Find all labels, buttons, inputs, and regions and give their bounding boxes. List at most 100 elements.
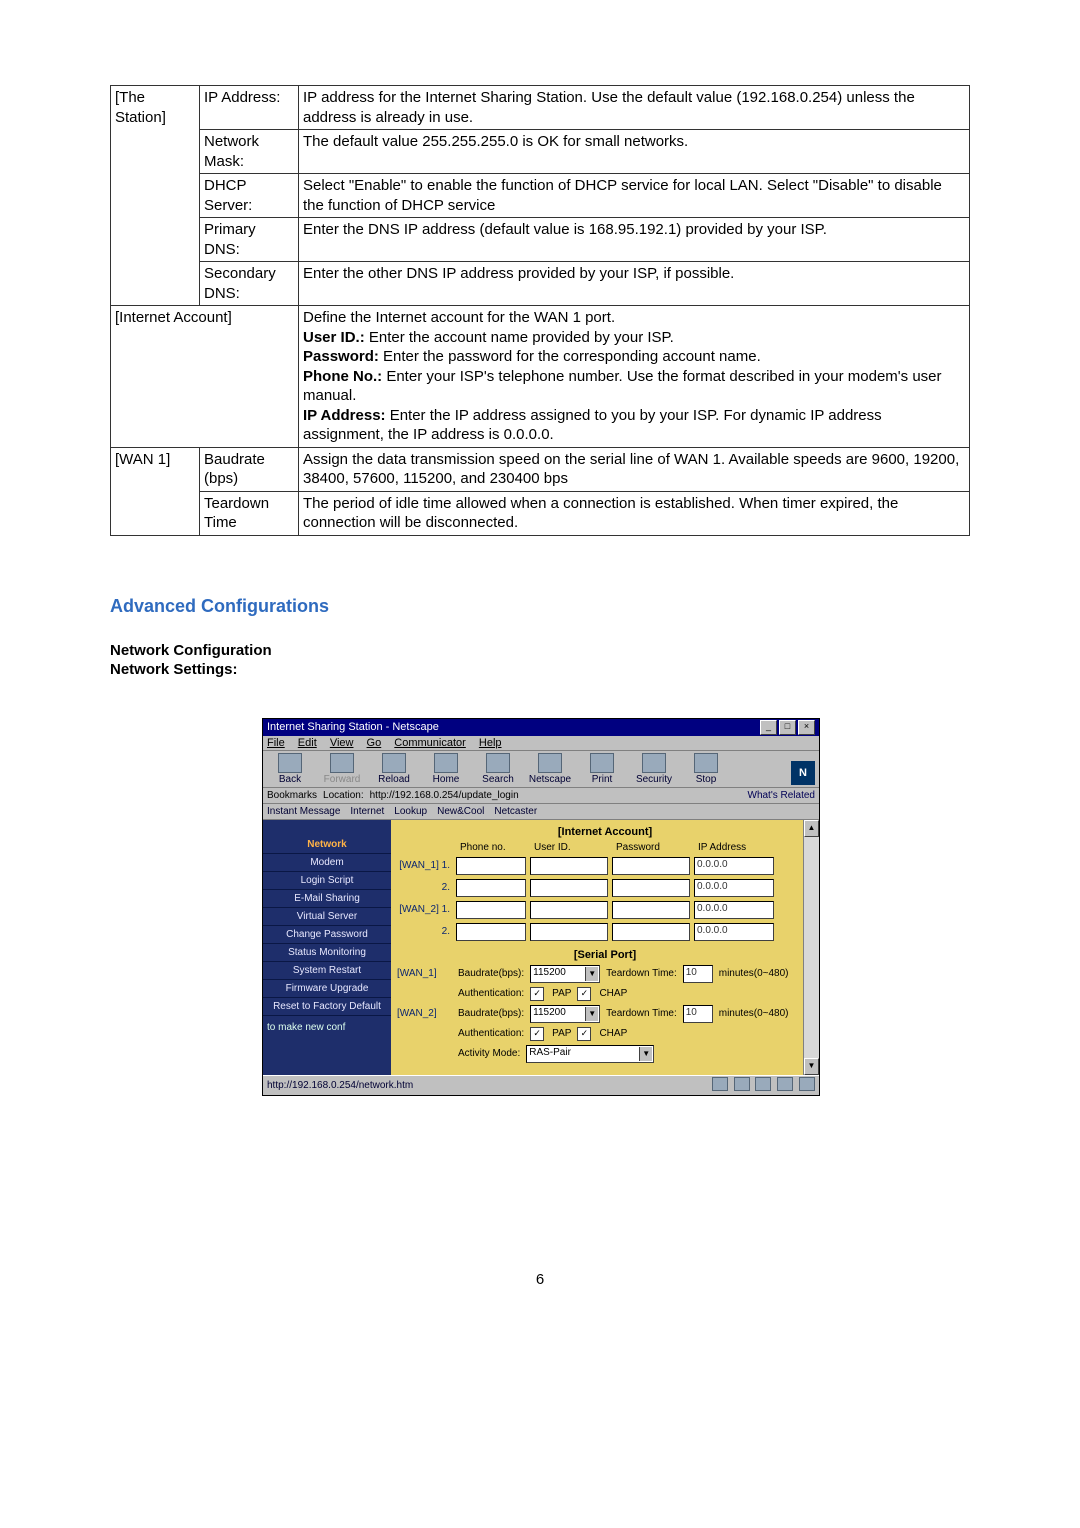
chap-label: CHAP — [599, 988, 627, 999]
row-tt-label: Teardown Time — [200, 491, 299, 535]
row-label: 2. — [397, 882, 452, 893]
phone-input[interactable] — [456, 879, 526, 897]
sidebar-item-system-restart[interactable]: System Restart — [263, 962, 391, 980]
scroll-up-icon[interactable]: ▲ — [804, 820, 819, 837]
pass-input[interactable] — [612, 901, 690, 919]
pass-input[interactable] — [612, 879, 690, 897]
teardown-input[interactable]: 10 — [683, 965, 713, 983]
stop-button[interactable]: Stop — [683, 753, 729, 785]
newcool-link[interactable]: New&Cool — [437, 806, 484, 817]
search-button[interactable]: Search — [475, 753, 521, 785]
whats-related-button[interactable]: What's Related — [748, 790, 816, 801]
scroll-down-icon[interactable]: ▼ — [804, 1058, 819, 1075]
activity-label: Activity Mode: — [458, 1048, 520, 1059]
reload-icon — [382, 753, 406, 773]
location-field[interactable]: http://192.168.0.254/update_login — [370, 790, 519, 801]
user-input[interactable] — [530, 923, 608, 941]
sidebar-item-email-sharing[interactable]: E-Mail Sharing — [263, 890, 391, 908]
menu-communicator[interactable]: Communicator — [394, 737, 466, 749]
baud-select[interactable]: 115200 — [530, 965, 600, 983]
phone-input[interactable] — [456, 857, 526, 875]
row-baud-desc: Assign the data transmission speed on th… — [299, 447, 970, 491]
teardown-unit: minutes(0~480) — [719, 968, 789, 979]
row-dhcp-desc: Select "Enable" to enable the function o… — [299, 174, 970, 218]
forward-button[interactable]: Forward — [319, 753, 365, 785]
user-input[interactable] — [530, 857, 608, 875]
row-mask-desc: The default value 255.255.255.0 is OK fo… — [299, 130, 970, 174]
teardown-unit: minutes(0~480) — [719, 1008, 789, 1019]
close-button[interactable]: × — [798, 720, 815, 735]
menu-file[interactable]: File — [267, 737, 285, 749]
status-icons — [709, 1077, 815, 1094]
baud-label: Baudrate(bps): — [458, 1008, 524, 1019]
sidebar-item-firmware-upgrade[interactable]: Firmware Upgrade — [263, 980, 391, 998]
sidebar-note: to make new conf — [263, 1016, 391, 1039]
status-text: http://192.168.0.254/network.htm — [267, 1080, 413, 1091]
network-configuration-heading: Network Configuration — [110, 642, 970, 659]
activity-select[interactable]: RAS-Pair — [526, 1045, 654, 1063]
ip-input[interactable]: 0.0.0.0 — [694, 857, 774, 875]
location-label: Location: — [323, 790, 364, 801]
security-button[interactable]: Security — [631, 753, 677, 785]
menu-go[interactable]: Go — [367, 737, 382, 749]
home-button[interactable]: Home — [423, 753, 469, 785]
row-ip-desc: IP address for the Internet Sharing Stat… — [299, 86, 970, 130]
teardown-input[interactable]: 10 — [683, 1005, 713, 1023]
sidebar-item-login-script[interactable]: Login Script — [263, 872, 391, 890]
baud-select[interactable]: 115200 — [530, 1005, 600, 1023]
internet-link[interactable]: Internet — [350, 806, 384, 817]
sidebar-item-status-monitoring[interactable]: Status Monitoring — [263, 944, 391, 962]
col-phone: Phone no. — [456, 842, 526, 853]
titlebar: Internet Sharing Station - Netscape _ □ … — [263, 719, 819, 736]
menubar: File Edit View Go Communicator Help — [263, 736, 819, 751]
lookup-link[interactable]: Lookup — [394, 806, 427, 817]
sidebar-item-modem[interactable]: Modem — [263, 854, 391, 872]
group-wan1: [WAN 1] — [111, 447, 200, 535]
ip-input[interactable]: 0.0.0.0 — [694, 901, 774, 919]
phone-input[interactable] — [456, 923, 526, 941]
netscape-window: Internet Sharing Station - Netscape _ □ … — [262, 718, 820, 1096]
chap-checkbox[interactable]: ✓ — [577, 987, 591, 1001]
maximize-button[interactable]: □ — [779, 720, 796, 735]
chap-checkbox[interactable]: ✓ — [577, 1027, 591, 1041]
print-button[interactable]: Print — [579, 753, 625, 785]
teardown-label: Teardown Time: — [606, 1008, 677, 1019]
menu-edit[interactable]: Edit — [298, 737, 317, 749]
back-button[interactable]: Back — [267, 753, 313, 785]
phone-input[interactable] — [456, 901, 526, 919]
pap-checkbox[interactable]: ✓ — [530, 987, 544, 1001]
row-dhcp-label: DHCP Server: — [200, 174, 299, 218]
ip-input[interactable]: 0.0.0.0 — [694, 923, 774, 941]
sidebar-item-change-password[interactable]: Change Password — [263, 926, 391, 944]
sidebar-item-reset-factory[interactable]: Reset to Factory Default — [263, 998, 391, 1016]
minimize-button[interactable]: _ — [760, 720, 777, 735]
group-internet-account: [Internet Account] — [111, 306, 299, 448]
bookmarks-button[interactable]: Bookmarks — [267, 790, 317, 801]
instant-message-link[interactable]: Instant Message — [267, 806, 340, 817]
row-pdns-label: Primary DNS: — [200, 218, 299, 262]
security-icon — [642, 753, 666, 773]
col-pass: Password — [612, 842, 690, 853]
toolbar: Back Forward Reload Home Search Netscape… — [263, 751, 819, 788]
pass-input[interactable] — [612, 923, 690, 941]
search-icon — [486, 753, 510, 773]
auth-label: Authentication: — [458, 1028, 524, 1039]
menu-help[interactable]: Help — [479, 737, 502, 749]
col-user: User ID. — [530, 842, 608, 853]
user-input[interactable] — [530, 901, 608, 919]
netscape-button[interactable]: Netscape — [527, 753, 573, 785]
pap-checkbox[interactable]: ✓ — [530, 1027, 544, 1041]
scrollbar[interactable]: ▲ ▼ — [803, 820, 819, 1075]
print-icon — [590, 753, 614, 773]
netscape-icon — [538, 753, 562, 773]
reload-button[interactable]: Reload — [371, 753, 417, 785]
netcaster-link[interactable]: Netcaster — [494, 806, 537, 817]
menu-view[interactable]: View — [330, 737, 354, 749]
ip-input[interactable]: 0.0.0.0 — [694, 879, 774, 897]
sidebar-item-network[interactable]: Network — [263, 836, 391, 854]
pass-input[interactable] — [612, 857, 690, 875]
user-input[interactable] — [530, 879, 608, 897]
teardown-label: Teardown Time: — [606, 968, 677, 979]
row-baud-label: Baudrate (bps) — [200, 447, 299, 491]
sidebar-item-virtual-server[interactable]: Virtual Server — [263, 908, 391, 926]
